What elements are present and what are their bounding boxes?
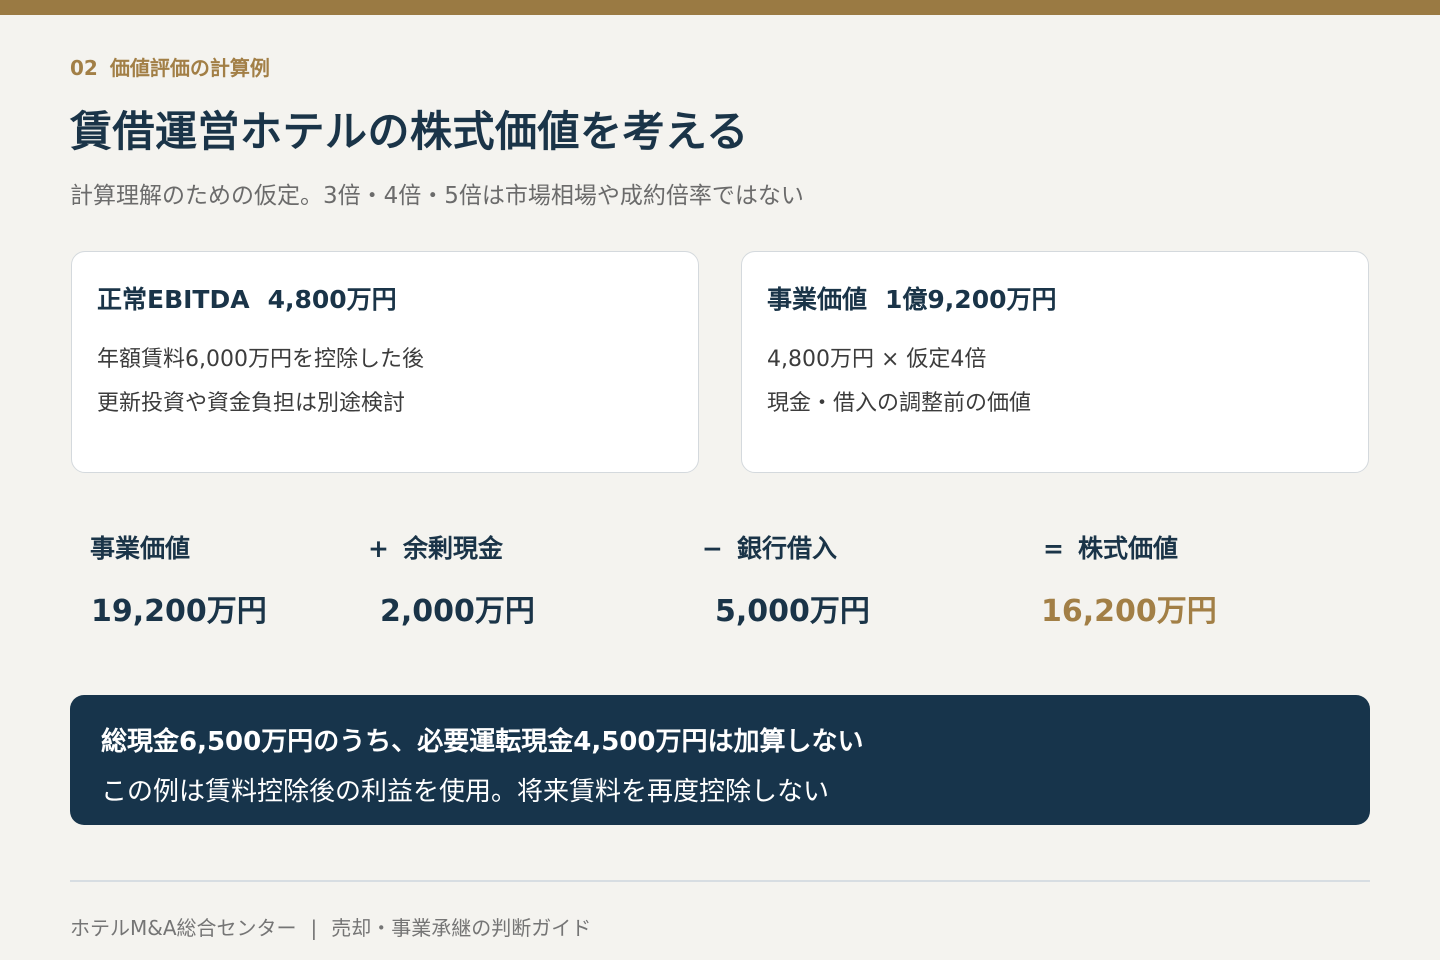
- calc-label-text: 事業価値: [90, 534, 191, 563]
- calc-label-bank-loan: − 銀行借入: [702, 529, 837, 565]
- footer: ホテルM&A総合センター | 売却・事業承継の判断ガイド: [70, 912, 591, 941]
- card-heading: 正常EBITDA 4,800万円: [97, 280, 397, 316]
- calc-label-text: 銀行借入: [736, 534, 837, 563]
- card-line: 年額賃料6,000万円を控除した後: [97, 347, 424, 372]
- note-body: この例は賃料控除後の利益を使用。将来賃料を再度控除しない: [101, 777, 830, 807]
- card-line: 4,800万円 × 仮定4倍: [767, 347, 987, 372]
- section-title: 価値評価の計算例: [109, 56, 270, 80]
- calc-value-bank-loan: 5,000万円: [715, 594, 870, 629]
- card-line: 更新投資や資金負担は別途検討: [97, 391, 406, 416]
- calc-label-equity-value: = 株式価値: [1043, 529, 1178, 565]
- plus-operator: +: [368, 534, 389, 563]
- top-accent-bar: [0, 0, 1440, 15]
- card-heading-label: 事業価値: [767, 285, 868, 314]
- card-heading-label: 正常EBITDA: [97, 285, 250, 314]
- calc-label-surplus-cash: + 余剰現金: [368, 529, 503, 565]
- card-line: 現金・借入の調整前の価値: [767, 391, 1032, 416]
- section-number: 02: [70, 56, 98, 80]
- section-label: 02 価値評価の計算例: [70, 52, 270, 81]
- calc-label-text: 余剰現金: [402, 534, 503, 563]
- note-box: 総現金6,500万円のうち、必要運転現金4,500万円は加算しない この例は賃料…: [70, 695, 1370, 825]
- calc-label-text: 株式価値: [1077, 534, 1178, 563]
- footer-separator: |: [310, 916, 318, 940]
- equals-operator: =: [1043, 534, 1064, 563]
- footer-divider: [70, 880, 1370, 882]
- business-value-card: 事業価値 1億9,200万円 4,800万円 × 仮定4倍 現金・借入の調整前の価…: [741, 251, 1369, 473]
- card-heading-value: 1億9,200万円: [885, 285, 1057, 314]
- page-subtitle: 計算理解のための仮定。3倍・4倍・5倍は市場相場や成約倍率ではない: [70, 183, 804, 209]
- calc-value-equity-value: 16,200万円: [1041, 594, 1217, 629]
- ebitda-card: 正常EBITDA 4,800万円 年額賃料6,000万円を控除した後 更新投資や資…: [71, 251, 699, 473]
- minus-operator: −: [702, 534, 723, 563]
- note-headline: 総現金6,500万円のうち、必要運転現金4,500万円は加算しない: [101, 727, 864, 757]
- card-heading: 事業価値 1億9,200万円: [767, 280, 1057, 316]
- calc-value-surplus-cash: 2,000万円: [380, 594, 535, 629]
- page-title: 賃借運営ホテルの株式価値を考える: [70, 107, 749, 156]
- card-heading-value: 4,800万円: [267, 285, 397, 314]
- calc-value-business-value: 19,200万円: [91, 594, 267, 629]
- calc-label-business-value: 事業価値: [90, 529, 190, 565]
- footer-organization: ホテルM&A総合センター: [70, 916, 297, 940]
- footer-guide: 売却・事業承継の判断ガイド: [331, 916, 592, 940]
